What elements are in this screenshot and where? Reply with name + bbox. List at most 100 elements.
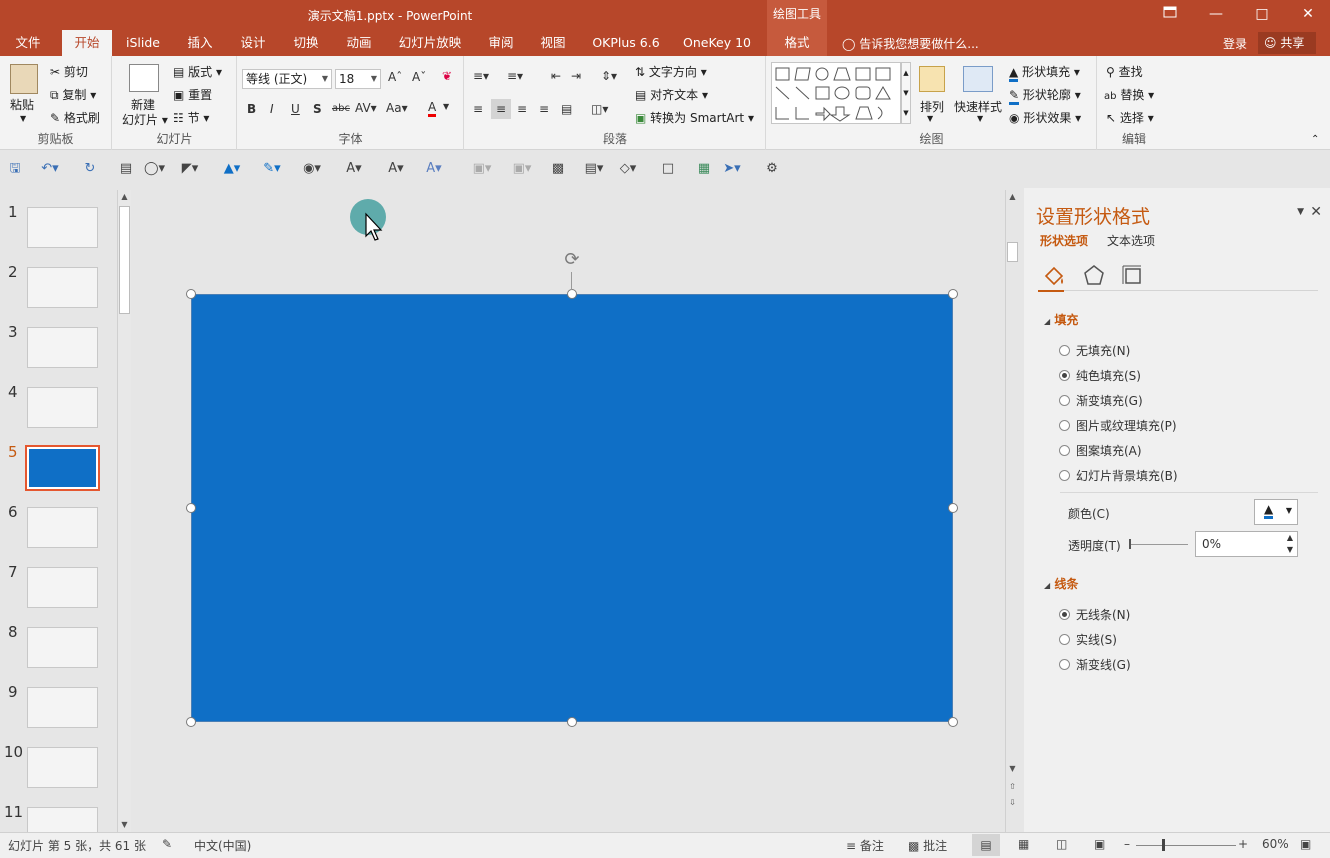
align-right-icon[interactable]: ≡	[517, 102, 527, 116]
scroll-up-icon[interactable]: ▲	[118, 190, 131, 204]
cut-button[interactable]: ✂ 剪切	[50, 63, 88, 80]
edit-points-icon[interactable]: ◤▾	[180, 161, 200, 177]
save-icon[interactable]: 🖫	[5, 161, 25, 177]
slide-thumbnail[interactable]	[27, 747, 98, 788]
next-slide-icon[interactable]: ⇩	[1006, 796, 1019, 810]
resize-handle-top[interactable]	[567, 289, 577, 299]
shape-fill-button[interactable]: ▲ 形状填充 ▾	[1009, 63, 1080, 82]
slide-thumbnail[interactable]	[27, 387, 98, 428]
spell-check-icon[interactable]: ✎	[162, 837, 172, 851]
paste-button[interactable]: 粘贴	[10, 96, 34, 113]
redo-icon[interactable]: ↻	[80, 161, 100, 177]
paste-icon[interactable]	[10, 64, 38, 94]
quick-styles-dropdown-icon[interactable]: ▼	[977, 114, 983, 123]
columns-icon[interactable]: ◫▾	[591, 102, 608, 116]
radio-picture-fill[interactable]: 图片或纹理填充(P)	[1059, 417, 1177, 434]
bullets-icon[interactable]: ≡▾	[473, 69, 489, 83]
scroll-down-icon[interactable]: ▼	[1006, 762, 1019, 776]
section-button[interactable]: ☷ 节 ▾	[173, 109, 209, 126]
text-effect-icon[interactable]: A▾	[424, 161, 444, 177]
reset-button[interactable]: ▣ 重置	[173, 86, 212, 103]
transparency-slider-thumb[interactable]	[1129, 539, 1131, 549]
zoom-in-icon[interactable]: +	[1238, 837, 1248, 851]
font-color-icon[interactable]: A	[428, 100, 437, 117]
color-picker-button[interactable]: ▲ ▼	[1254, 499, 1298, 525]
zoom-out-icon[interactable]: –	[1124, 837, 1130, 851]
resize-handle-right[interactable]	[948, 503, 958, 513]
notes-button[interactable]: ≡ 备注	[846, 837, 884, 854]
format-painter-button[interactable]: ✎ 格式刷	[50, 109, 100, 126]
bold-icon[interactable]: B	[247, 102, 256, 116]
undo-icon[interactable]: ↶▾	[40, 161, 60, 177]
group-icon[interactable]: ▣▾	[472, 161, 492, 177]
radio-gradient-line[interactable]: 渐变线(G)	[1059, 656, 1131, 673]
slide-sorter-icon[interactable]: ▦	[1018, 837, 1029, 851]
ribbon-display-icon[interactable]	[1147, 0, 1193, 30]
radio-pattern-fill[interactable]: 图案填充(A)	[1059, 442, 1142, 459]
selected-rectangle-shape[interactable]	[191, 294, 953, 722]
select-button[interactable]: ↖ 选择 ▾	[1106, 109, 1154, 126]
align-objects-icon[interactable]: ▩	[548, 161, 568, 177]
scrollbar-thumb[interactable]	[119, 206, 130, 314]
share-button[interactable]: ☺ 共享	[1258, 32, 1316, 54]
radio-button[interactable]	[1059, 659, 1070, 670]
decrease-indent-icon[interactable]: ⇤	[551, 69, 561, 83]
paste-dropdown-icon[interactable]: ▼	[20, 114, 26, 123]
resize-handle-top-left[interactable]	[186, 289, 196, 299]
transparency-slider[interactable]	[1130, 544, 1188, 545]
thumbnail-scrollbar[interactable]: ▲ ▼	[117, 190, 131, 832]
textbox-icon[interactable]: ▤	[116, 161, 136, 177]
language-indicator[interactable]: 中文(中国)	[194, 837, 251, 854]
tab-file[interactable]: 文件	[4, 30, 52, 56]
new-slide-icon[interactable]	[129, 64, 159, 92]
slide-thumbnail[interactable]	[27, 567, 98, 608]
zoom-level[interactable]: 60%	[1262, 837, 1289, 851]
tab-shape-options[interactable]: 形状选项	[1040, 232, 1088, 249]
new-slide-line2[interactable]: 幻灯片 ▾	[122, 111, 168, 128]
radio-button[interactable]	[1059, 634, 1070, 645]
grow-font-icon[interactable]: Aˆ	[388, 70, 402, 84]
slideshow-view-icon[interactable]: ▣	[1094, 837, 1105, 851]
resize-handle-bottom[interactable]	[567, 717, 577, 727]
slide-thumbnail[interactable]	[27, 327, 98, 368]
quick-styles-button[interactable]: 快速样式	[954, 98, 1002, 115]
size-properties-icon[interactable]	[1121, 264, 1145, 286]
tell-me-box[interactable]: ◯ 告诉我您想要做什么...	[842, 35, 979, 52]
radio-button[interactable]	[1059, 470, 1070, 481]
shapes-gallery-scroll[interactable]: ▲ ▼ ▼	[901, 62, 911, 124]
slide-thumbnail[interactable]	[27, 207, 98, 248]
distributed-icon[interactable]: ▤	[561, 102, 572, 116]
close-icon[interactable]: ✕	[1310, 204, 1322, 220]
align-text-button[interactable]: ▤ 对齐文本 ▾	[635, 86, 708, 103]
radio-solid-fill[interactable]: 纯色填充(S)	[1059, 367, 1141, 384]
pane-options-icon[interactable]: ▼	[1297, 207, 1304, 217]
rotate-icon[interactable]: ◇▾	[618, 161, 638, 177]
spin-down-icon[interactable]: ▼	[1287, 538, 1293, 562]
radio-no-fill[interactable]: 无填充(N)	[1059, 342, 1130, 359]
radio-button[interactable]	[1059, 445, 1070, 456]
copy-button[interactable]: ⧉ 复制 ▾	[50, 86, 96, 103]
arrange-dropdown-icon[interactable]: ▼	[927, 114, 933, 123]
tab-insert[interactable]: 插入	[176, 30, 224, 56]
maximize-icon[interactable]: □	[1239, 0, 1285, 30]
resize-handle-left[interactable]	[186, 503, 196, 513]
replace-button[interactable]: ab 替换 ▾	[1104, 86, 1154, 103]
merge-shapes-icon[interactable]: ◯▾	[144, 161, 165, 177]
clear-format-icon[interactable]: ❦	[442, 69, 452, 83]
shape-effects-button[interactable]: ◉ 形状效果 ▾	[1009, 109, 1081, 126]
comments-button[interactable]: ▩ 批注	[908, 837, 947, 854]
slide-thumbnail-active[interactable]	[25, 445, 100, 491]
scroll-up-icon[interactable]: ▲	[1006, 190, 1019, 204]
scrollbar-thumb[interactable]	[1007, 242, 1018, 262]
strikethrough-icon[interactable]: abc	[332, 103, 350, 114]
minimize-icon[interactable]: —	[1193, 0, 1239, 30]
tab-view[interactable]: 视图	[530, 30, 576, 56]
zoom-slider-thumb[interactable]	[1162, 839, 1165, 851]
change-case-icon[interactable]: Aa▾	[386, 101, 408, 115]
layout-button[interactable]: ▤ 版式 ▾	[173, 63, 222, 80]
normal-view-icon[interactable]: ▤	[972, 834, 1000, 856]
close-icon[interactable]: ✕	[1285, 0, 1330, 30]
crop-icon[interactable]: □	[658, 161, 678, 177]
tab-transitions[interactable]: 切换	[282, 30, 330, 56]
line-section-header[interactable]: ◢ 线条	[1044, 575, 1078, 592]
